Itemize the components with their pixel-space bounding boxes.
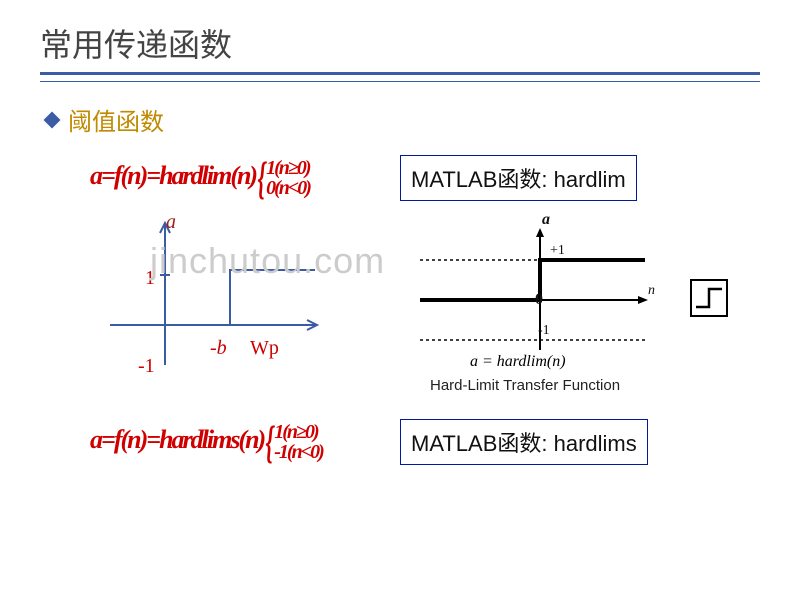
formula-hardlims: a=f(n)=hardlims(n){1(n≥0)-1(n<0) — [90, 422, 400, 462]
left-graph-negb: -b — [210, 337, 227, 360]
right-graph-plus1: +1 — [550, 243, 565, 259]
subtitle: 阈值函数 — [68, 102, 164, 137]
left-graph-wp: Wp — [250, 337, 279, 360]
bullet-diamond-icon — [44, 111, 61, 128]
right-graph-minus1: -1 — [538, 323, 550, 339]
right-graph-formula: a = hardlim(n) — [470, 353, 566, 371]
left-graph-y-label: a — [166, 211, 176, 234]
right-step-graph: a +1 0 n -1 a = hardlim(n) Hard-Limit Tr… — [410, 215, 740, 405]
right-graph-zero: 0 — [535, 291, 543, 309]
left-graph-tick-1: 1 — [145, 267, 155, 290]
formula-hardlim: a=f(n)=hardlim(n){1(n≥0)0(n<0) — [90, 158, 400, 198]
hardlim-symbol-icon — [690, 279, 728, 317]
left-graph-tick-neg1: -1 — [138, 355, 155, 378]
left-step-graph: a 1 -b Wp -1 — [90, 215, 330, 375]
matlab-box-hardlims: MATLAB函数: hardlims — [400, 419, 648, 465]
right-graph-n: n — [648, 283, 655, 299]
slide-title: 常用传递函数 — [40, 20, 760, 66]
right-graph-y-label: a — [542, 211, 550, 229]
title-underline-thin — [40, 81, 760, 82]
title-underline-thick — [40, 72, 760, 75]
right-graph-caption: Hard-Limit Transfer Function — [430, 377, 620, 394]
matlab-box-hardlim: MATLAB函数: hardlim — [400, 155, 637, 201]
